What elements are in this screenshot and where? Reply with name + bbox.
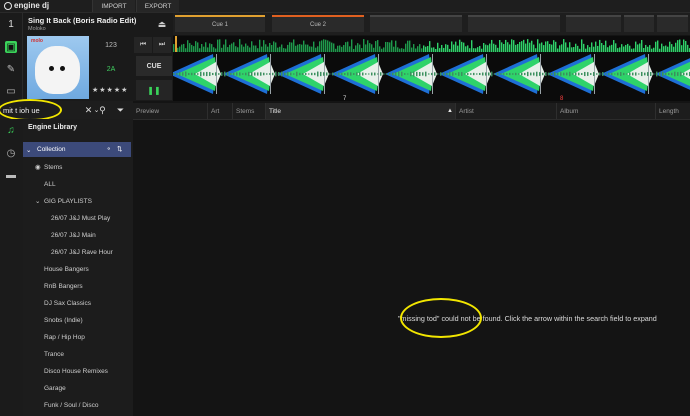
cue-slot-6[interactable] (624, 15, 654, 32)
tree-item-stems[interactable]: Stems (44, 164, 62, 171)
tree-item-rnb-bangers[interactable]: RnB Bangers (44, 283, 83, 290)
cue-slot-3[interactable] (370, 15, 462, 32)
tree-item-funk-soul[interactable]: Funk / Soul / Disco (44, 402, 99, 409)
track-artist: Moloko (28, 26, 46, 32)
playlist-icon[interactable]: ♫ (5, 124, 17, 136)
collection-label: Collection (37, 146, 66, 153)
search-icon[interactable]: ⚲ (97, 104, 108, 116)
cue-button[interactable]: CUE (136, 56, 172, 76)
export-tab[interactable]: EXPORT (136, 0, 179, 12)
column-album[interactable]: Album (556, 103, 655, 119)
tree-item-main[interactable]: 26/07 J&J Main (51, 232, 96, 239)
tree-item-trance[interactable]: Trance (44, 351, 64, 358)
collection-sort-icon[interactable]: ⇅ (117, 145, 122, 153)
app-logo: engine dj (4, 1, 49, 10)
column-stems[interactable]: Stems (232, 103, 265, 119)
waveform-svg: 7 8 (173, 54, 690, 101)
tree-item-disco-house[interactable]: Disco House Remixes (44, 368, 108, 375)
tree-item-snobs[interactable]: Snobs (Indie) (44, 317, 83, 324)
filter-icon[interactable]: ⏷ (115, 104, 126, 116)
collection-add-icon[interactable]: ⚬ (106, 145, 111, 153)
tree-item-all[interactable]: ALL (44, 181, 56, 188)
tree-item-house-bangers[interactable]: House Bangers (44, 266, 89, 273)
gig-chevron-icon[interactable]: ⌄ (35, 197, 40, 205)
cue-slot-2[interactable]: Cue 2 (272, 15, 364, 32)
track-title: Sing It Back (Boris Radio Edit) (28, 16, 137, 25)
library-title: Engine Library (28, 124, 78, 131)
previous-button[interactable]: ⏮ (134, 37, 152, 53)
rating-stars[interactable]: ★★★★★ (92, 86, 128, 94)
loop-icon[interactable]: ▭ (5, 85, 17, 97)
collection-chevron-icon[interactable]: ⌄ (26, 146, 31, 154)
sort-ascending-icon[interactable]: ▲ (445, 103, 455, 119)
tree-item-must-play[interactable]: 26/07 J&J Must Play (51, 215, 110, 222)
column-art[interactable]: Art (207, 103, 232, 119)
column-length[interactable]: Length (655, 103, 690, 119)
tree-item-rap[interactable]: Rap / Hip Hop (44, 334, 85, 341)
bpm-value: 123 (105, 42, 117, 49)
play-pause-button[interactable]: ❚❚ (136, 80, 172, 100)
tree-item-dj-sax[interactable]: DJ Sax Classics (44, 300, 91, 307)
deck-view-icon[interactable]: ▣ (5, 41, 17, 53)
column-artist[interactable]: Artist (455, 103, 556, 119)
beat-marker-8: 8 (560, 96, 564, 101)
deck-number: 1 (8, 18, 14, 30)
album-art: molo (27, 36, 89, 99)
import-tab[interactable]: IMPORT (92, 0, 135, 12)
folder-icon[interactable]: ▬ (5, 169, 17, 181)
search-highlight-circle (0, 99, 62, 121)
history-icon[interactable]: ◷ (5, 147, 17, 159)
cue-slot-1[interactable]: Cue 1 (175, 15, 265, 32)
logo-icon (4, 1, 12, 10)
edit-icon[interactable]: ✎ (5, 63, 17, 75)
column-title[interactable]: Title (265, 103, 455, 119)
eject-icon[interactable]: ⏏ (152, 15, 172, 33)
key-value: 2A (106, 66, 116, 73)
cue-slot-7[interactable] (657, 15, 688, 32)
tree-item-rave-hour[interactable]: 26/07 J&J Rave Hour (51, 249, 113, 256)
tree-item-garage[interactable]: Garage (44, 385, 66, 392)
library-nav (0, 119, 23, 416)
cue-slot-5[interactable] (566, 15, 621, 32)
beat-marker-7: 7 (343, 96, 347, 101)
column-preview[interactable]: Preview (133, 103, 207, 119)
waveform-main[interactable]: 7 8 (173, 52, 690, 101)
message-highlight-circle (400, 298, 482, 338)
waveform-overview[interactable] (173, 36, 690, 52)
tree-item-gig-playlists[interactable]: GIG PLAYLISTS (44, 198, 92, 205)
overview-svg (173, 36, 690, 52)
next-button[interactable]: ⏭ (153, 37, 171, 53)
cue-slot-4[interactable] (468, 15, 560, 32)
stems-icon: ◉ (35, 164, 41, 171)
